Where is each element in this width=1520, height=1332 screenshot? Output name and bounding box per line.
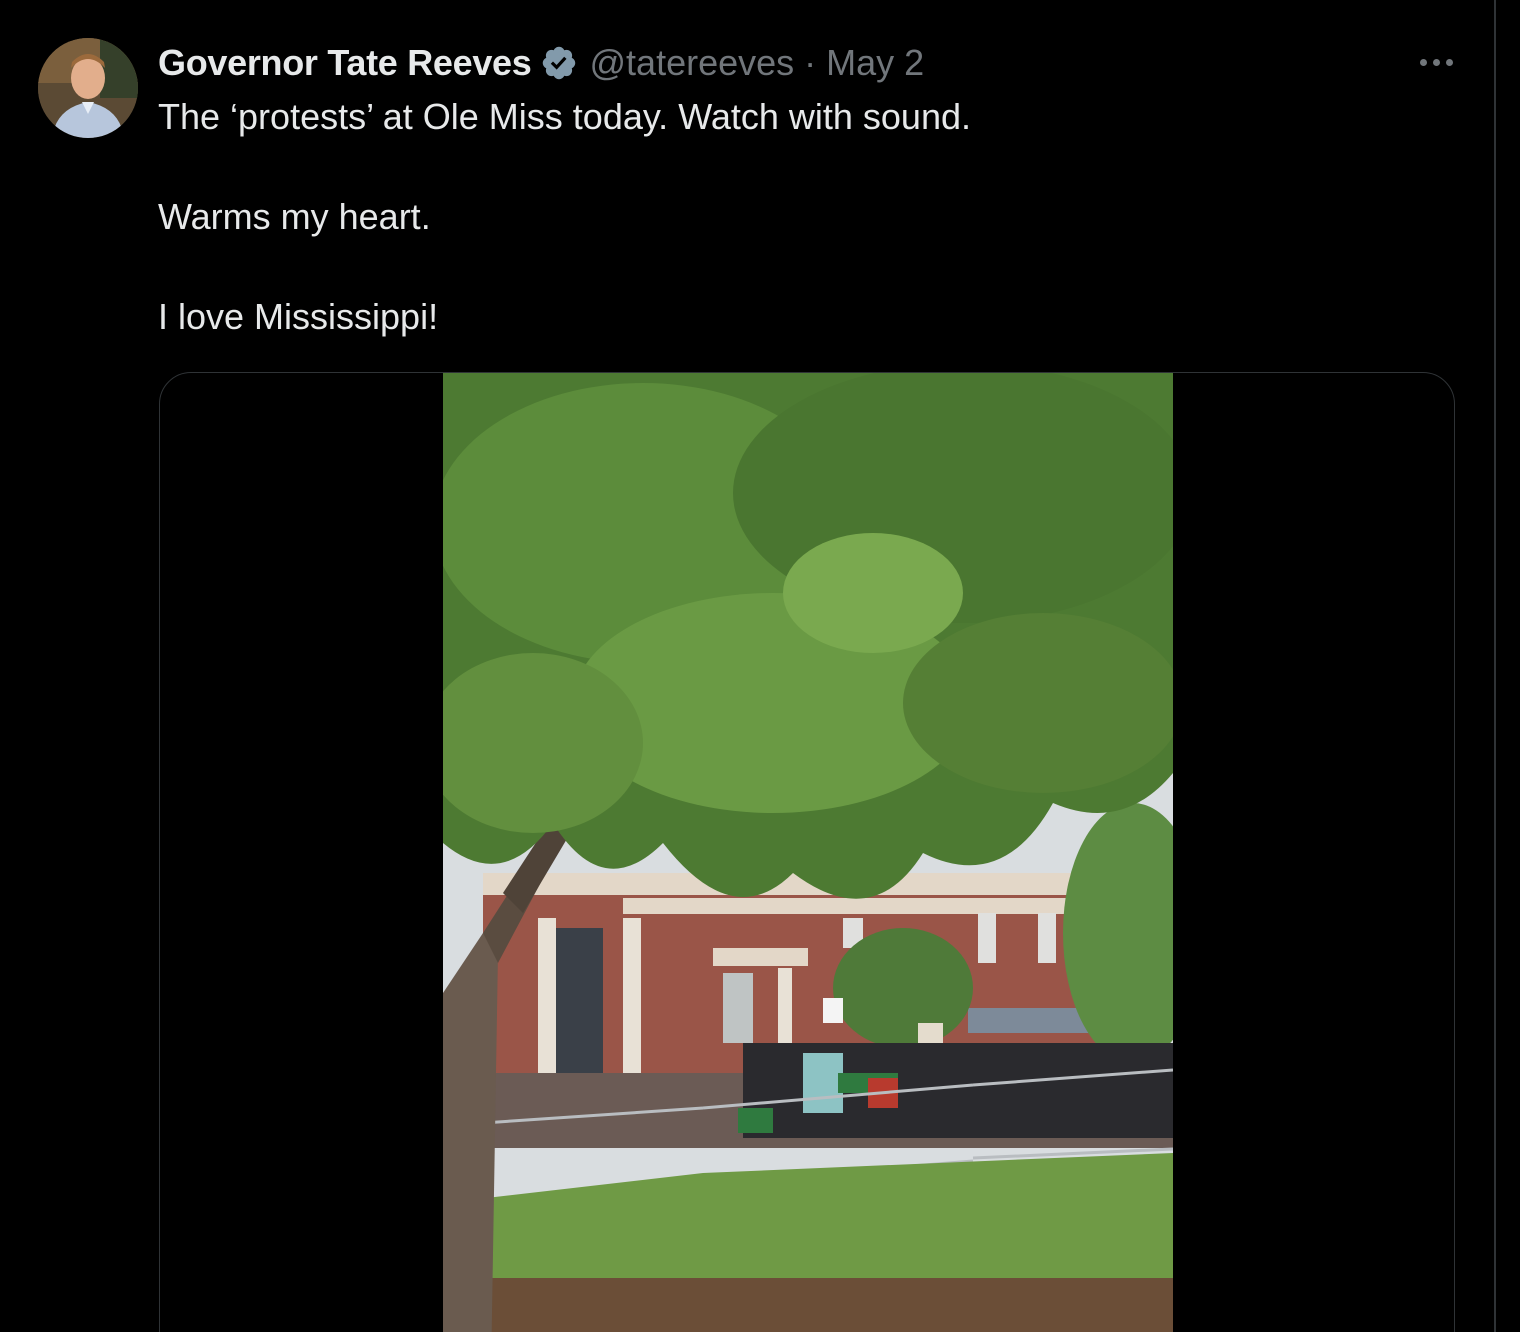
tweet-text-line-3: I love Mississippi! bbox=[158, 296, 439, 337]
display-name[interactable]: Governor Tate Reeves bbox=[158, 42, 532, 84]
more-dot-3 bbox=[1445, 58, 1453, 66]
handle[interactable]: @tatereeves bbox=[590, 42, 795, 84]
verified-badge-icon[interactable] bbox=[540, 44, 578, 82]
tweet-text-line-2: Warms my heart. bbox=[158, 196, 431, 237]
tweet-text-line-1: The ‘protests’ at Ole Miss today. Watch … bbox=[158, 96, 971, 137]
tweet-header: Governor Tate Reeves @tatereeves · May 2 bbox=[158, 40, 924, 86]
separator-dot: · bbox=[804, 42, 817, 83]
more-dot-2 bbox=[1432, 58, 1440, 66]
avatar[interactable] bbox=[38, 38, 138, 138]
tweet-page: Governor Tate Reeves @tatereeves · May 2… bbox=[0, 0, 1520, 1332]
column-divider bbox=[1494, 0, 1496, 1332]
more-dot-1 bbox=[1419, 58, 1427, 66]
timestamp[interactable]: May 2 bbox=[826, 42, 924, 84]
video-frame-image bbox=[443, 373, 1173, 1332]
media-card[interactable] bbox=[159, 372, 1455, 1332]
more-options-icon[interactable] bbox=[1408, 46, 1464, 78]
video-player[interactable] bbox=[443, 373, 1173, 1332]
tweet-text: The ‘protests’ at Ole Miss today. Watch … bbox=[158, 92, 1458, 342]
